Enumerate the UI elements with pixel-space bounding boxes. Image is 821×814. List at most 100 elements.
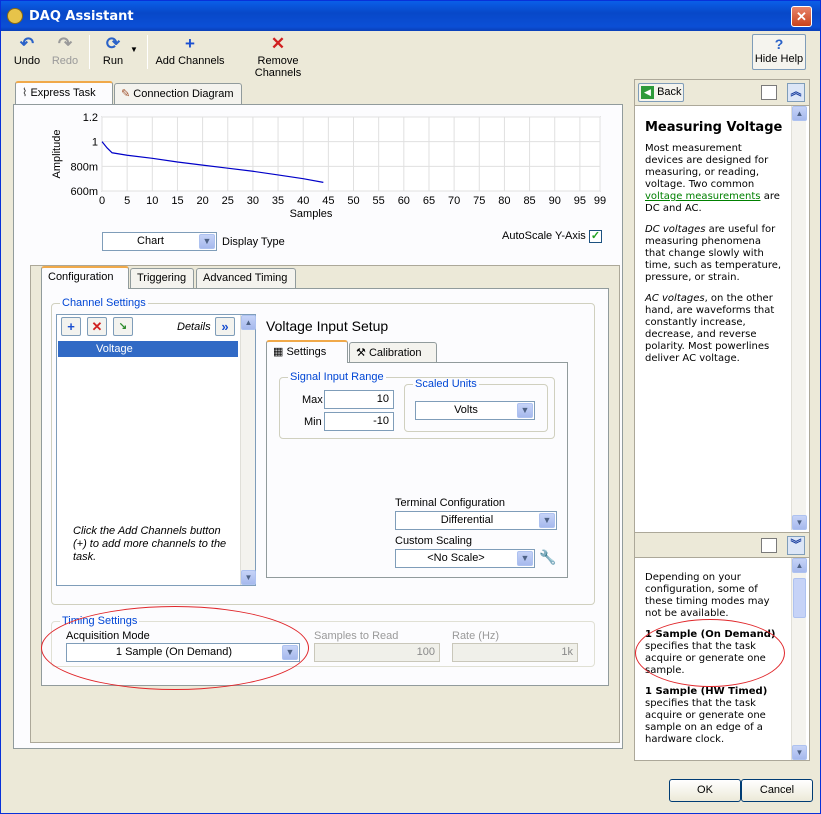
- x-tick-label: 35: [272, 195, 284, 207]
- help-lower-content: Depending on your configuration, some of…: [645, 572, 783, 758]
- x-tick-label: 70: [448, 195, 460, 207]
- help-upper-scrollbar[interactable]: ▲ ▼: [791, 106, 807, 530]
- hide-help-button[interactable]: ? Hide Help: [752, 34, 806, 70]
- help-paragraph: Most measurement devices are designed fo…: [645, 143, 783, 215]
- tab-triggering-label: Triggering: [137, 272, 187, 284]
- title-bar: DAQ Assistant ✕: [1, 1, 820, 31]
- channel-list-scrollbar[interactable]: ▲ ▼: [240, 315, 256, 585]
- run-label: Run: [102, 55, 124, 67]
- remove-channels-button[interactable]: ✕ Remove Channels: [233, 33, 323, 79]
- x-tick-label: 30: [247, 195, 259, 207]
- scroll-down-icon[interactable]: ▼: [792, 745, 807, 760]
- back-arrow-icon: ◀: [641, 85, 654, 99]
- daq-app-icon: [7, 8, 23, 24]
- voltage-measurements-link[interactable]: voltage measurements: [645, 191, 761, 202]
- run-button[interactable]: ⟳ Run: [97, 33, 129, 73]
- autoscale-checkbox[interactable]: ✓: [589, 230, 602, 243]
- wrench-icon[interactable]: 🔧: [539, 549, 556, 566]
- x-tick-label: 40: [297, 195, 309, 207]
- rename-channel-button[interactable]: ↘: [113, 317, 133, 336]
- terminal-configuration-value: Differential: [440, 514, 494, 526]
- scroll-up-icon[interactable]: ▲: [792, 106, 807, 121]
- channel-list-item[interactable]: Voltage: [58, 341, 238, 357]
- run-dropdown-arrow-icon[interactable]: ▼: [129, 45, 139, 85]
- timing-settings-group: Timing Settings Acquisition Mode 1 Sampl…: [51, 615, 595, 667]
- max-input[interactable]: 10: [324, 390, 394, 409]
- scaled-units-value: Volts: [454, 404, 478, 416]
- double-chevron-right-icon: »: [221, 319, 229, 334]
- ok-button[interactable]: OK: [669, 779, 741, 802]
- terminal-configuration-select[interactable]: Differential ▼: [395, 511, 557, 530]
- min-input[interactable]: -10: [324, 412, 394, 431]
- help-paragraph: 1 Sample (On Demand) specifies that the …: [645, 629, 783, 677]
- help-emphasis: AC voltages: [645, 293, 705, 304]
- x-tick-label: 80: [498, 195, 510, 207]
- channel-settings-group: Channel Settings + ✕ ↘ Details » Voltage…: [51, 297, 595, 605]
- scaled-units-select[interactable]: Volts ▼: [415, 401, 535, 420]
- x-tick-label: 20: [196, 195, 208, 207]
- tab-settings[interactable]: ▦ Settings: [266, 340, 348, 363]
- tab-settings-label: Settings: [286, 346, 327, 358]
- x-tick-label: 75: [473, 195, 485, 207]
- tab-configuration-label: Configuration: [48, 271, 114, 283]
- collapse-down-icon[interactable]: ︾: [787, 536, 805, 555]
- tab-triggering[interactable]: Triggering: [130, 268, 194, 290]
- help-back-label: Back: [657, 86, 682, 98]
- details-label: Details: [177, 321, 211, 333]
- display-type-select[interactable]: Chart ▼: [102, 232, 217, 251]
- tab-connection-diagram[interactable]: ✎ Connection Diagram: [114, 83, 242, 105]
- chevron-down-icon: ▼: [539, 513, 555, 528]
- plot-area: [101, 116, 601, 192]
- tab-configuration[interactable]: Configuration: [41, 266, 129, 289]
- help-bold: 1 Sample (On Demand): [645, 629, 776, 640]
- express-task-icon: ⌇: [22, 87, 28, 99]
- remove-channels-label: Remove Channels: [254, 55, 302, 79]
- channel-name: Voltage: [96, 343, 133, 355]
- custom-scaling-select[interactable]: <No Scale> ▼: [395, 549, 535, 568]
- scroll-down-icon[interactable]: ▼: [792, 515, 807, 530]
- help-lower-scrollbar[interactable]: ▲ ▼: [791, 558, 807, 760]
- help-lower-bar: ︾: [635, 532, 809, 558]
- x-tick-label: 60: [398, 195, 410, 207]
- cancel-button[interactable]: Cancel: [741, 779, 813, 802]
- x-tick-label: 55: [373, 195, 385, 207]
- rate-input[interactable]: 1k: [452, 643, 578, 662]
- scroll-up-icon[interactable]: ▲: [241, 315, 256, 330]
- x-tick-label: 25: [222, 195, 234, 207]
- display-type-value: Chart: [137, 235, 164, 247]
- undo-button[interactable]: ↶ Undo: [11, 33, 43, 73]
- scroll-thumb[interactable]: [793, 578, 806, 618]
- scroll-up-icon[interactable]: ▲: [792, 558, 807, 573]
- help-bold: 1 Sample (HW Timed): [645, 686, 768, 697]
- collapse-up-icon[interactable]: ︽: [787, 83, 805, 102]
- tab-express-task[interactable]: ⌇ Express Task: [15, 81, 113, 104]
- checkmark-icon: ✓: [590, 230, 601, 242]
- tab-calibration[interactable]: ⚒ Calibration: [349, 342, 437, 364]
- help-emphasis: DC voltages: [645, 224, 706, 235]
- scroll-down-icon[interactable]: ▼: [241, 570, 256, 585]
- max-label: Max: [302, 394, 323, 406]
- samples-to-read-input[interactable]: 100: [314, 643, 440, 662]
- close-button[interactable]: ✕: [791, 6, 812, 27]
- acquisition-mode-select[interactable]: 1 Sample (On Demand) ▼: [66, 643, 300, 662]
- help-back-button[interactable]: ◀ Back: [638, 83, 684, 102]
- redo-button[interactable]: ↷ Redo: [49, 33, 81, 73]
- remove-channel-button[interactable]: ✕: [87, 317, 107, 336]
- remove-x-icon: ✕: [91, 319, 103, 334]
- add-channels-button[interactable]: + Add Channels: [155, 33, 225, 73]
- tab-advanced-timing[interactable]: Advanced Timing: [196, 268, 296, 290]
- help-paragraph: DC voltages are useful for measuring phe…: [645, 224, 783, 284]
- help-window-icon[interactable]: [761, 538, 777, 553]
- daq-assistant-window: DAQ Assistant ✕ ↶ Undo ↷ Redo ⟳ Run ▼ + …: [0, 0, 821, 814]
- remove-x-icon: ✕: [270, 34, 286, 53]
- details-expand-button[interactable]: »: [215, 317, 235, 336]
- display-type-label: Display Type: [222, 236, 285, 248]
- y-tick-label: 1: [92, 137, 98, 149]
- x-tick-label: 0: [99, 195, 105, 207]
- chevron-down-icon: ▼: [199, 234, 215, 249]
- help-window-icon[interactable]: [761, 85, 777, 100]
- help-paragraph: 1 Sample (HW Timed) specifies that the t…: [645, 686, 783, 746]
- y-axis-label: Amplitude: [51, 130, 63, 179]
- add-channel-button[interactable]: +: [61, 317, 81, 336]
- acquisition-mode-label: Acquisition Mode: [66, 630, 150, 642]
